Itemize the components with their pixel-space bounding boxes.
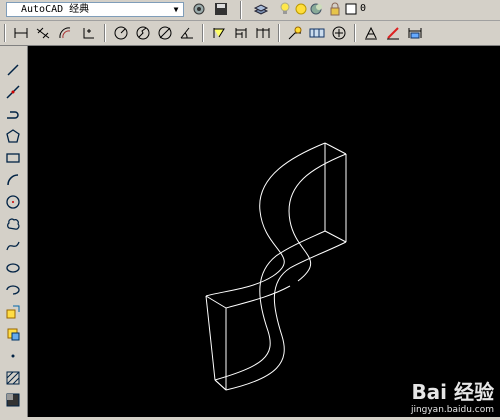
watermark-logo: Bai 经验	[411, 380, 494, 404]
drawing-canvas[interactable]: Bai 经验 jingyan.baidu.com	[28, 46, 500, 417]
toolbar-grip	[4, 24, 6, 42]
layer-properties-icon[interactable]	[252, 0, 270, 18]
diameter-dimension-icon[interactable]	[156, 24, 174, 42]
center-mark-icon[interactable]	[330, 24, 348, 42]
make-block-icon[interactable]	[4, 325, 22, 343]
insert-block-icon[interactable]	[4, 303, 22, 321]
quick-dimension-icon[interactable]	[210, 24, 228, 42]
layer-lock-icon[interactable]	[308, 0, 326, 18]
layer-color-icon[interactable]	[342, 0, 360, 18]
chevron-down-icon[interactable]: ▼	[171, 3, 181, 16]
separator	[278, 24, 280, 42]
workspace-value: AutoCAD 经典	[21, 4, 90, 15]
polygon-icon[interactable]	[4, 127, 22, 145]
polyline-icon[interactable]	[4, 105, 22, 123]
arc-length-icon[interactable]	[56, 24, 74, 42]
dimension-text-edit-icon[interactable]	[384, 24, 402, 42]
linear-dimension-icon[interactable]	[12, 24, 30, 42]
separator	[240, 1, 242, 19]
ellipse-arc-icon[interactable]	[4, 281, 22, 299]
aligned-dimension-icon[interactable]	[34, 24, 52, 42]
workspace-settings-icon[interactable]	[190, 0, 208, 18]
current-layer-name[interactable]: 0	[360, 3, 366, 14]
s-shaped-3d-solid	[205, 142, 347, 391]
angular-dimension-icon[interactable]	[178, 24, 196, 42]
ordinate-dimension-icon[interactable]	[80, 24, 98, 42]
watermark-url: jingyan.baidu.com	[410, 405, 494, 415]
dimension-update-icon[interactable]	[406, 24, 424, 42]
jogged-dimension-icon[interactable]	[134, 24, 152, 42]
hatch-icon[interactable]	[4, 369, 22, 387]
workspace-toolbar: AutoCAD 经典 ▼ 0	[0, 0, 500, 21]
dimension-toolbar: ISO-25	[0, 21, 500, 62]
gradient-icon[interactable]	[4, 391, 22, 409]
draw-toolbar	[0, 46, 28, 417]
separator	[354, 24, 356, 42]
revision-cloud-icon[interactable]	[4, 215, 22, 233]
tolerance-icon[interactable]	[308, 24, 326, 42]
quick-leader-icon[interactable]	[286, 24, 304, 42]
workspace-dropdown[interactable]: AutoCAD 经典 ▼	[6, 2, 184, 17]
save-workspace-icon[interactable]	[212, 0, 230, 18]
construction-line-icon[interactable]	[4, 83, 22, 101]
continue-dimension-icon[interactable]	[254, 24, 272, 42]
dimension-edit-icon[interactable]	[362, 24, 380, 42]
arc-icon[interactable]	[4, 171, 22, 189]
point-icon[interactable]	[4, 347, 22, 365]
separator	[104, 24, 106, 42]
baseline-dimension-icon[interactable]	[232, 24, 250, 42]
radius-dimension-icon[interactable]	[112, 24, 130, 42]
circle-icon[interactable]	[4, 193, 22, 211]
line-icon[interactable]	[4, 61, 22, 79]
spline-icon[interactable]	[4, 237, 22, 255]
rectangle-icon[interactable]	[4, 149, 22, 167]
separator	[202, 24, 204, 42]
ellipse-icon[interactable]	[4, 259, 22, 277]
